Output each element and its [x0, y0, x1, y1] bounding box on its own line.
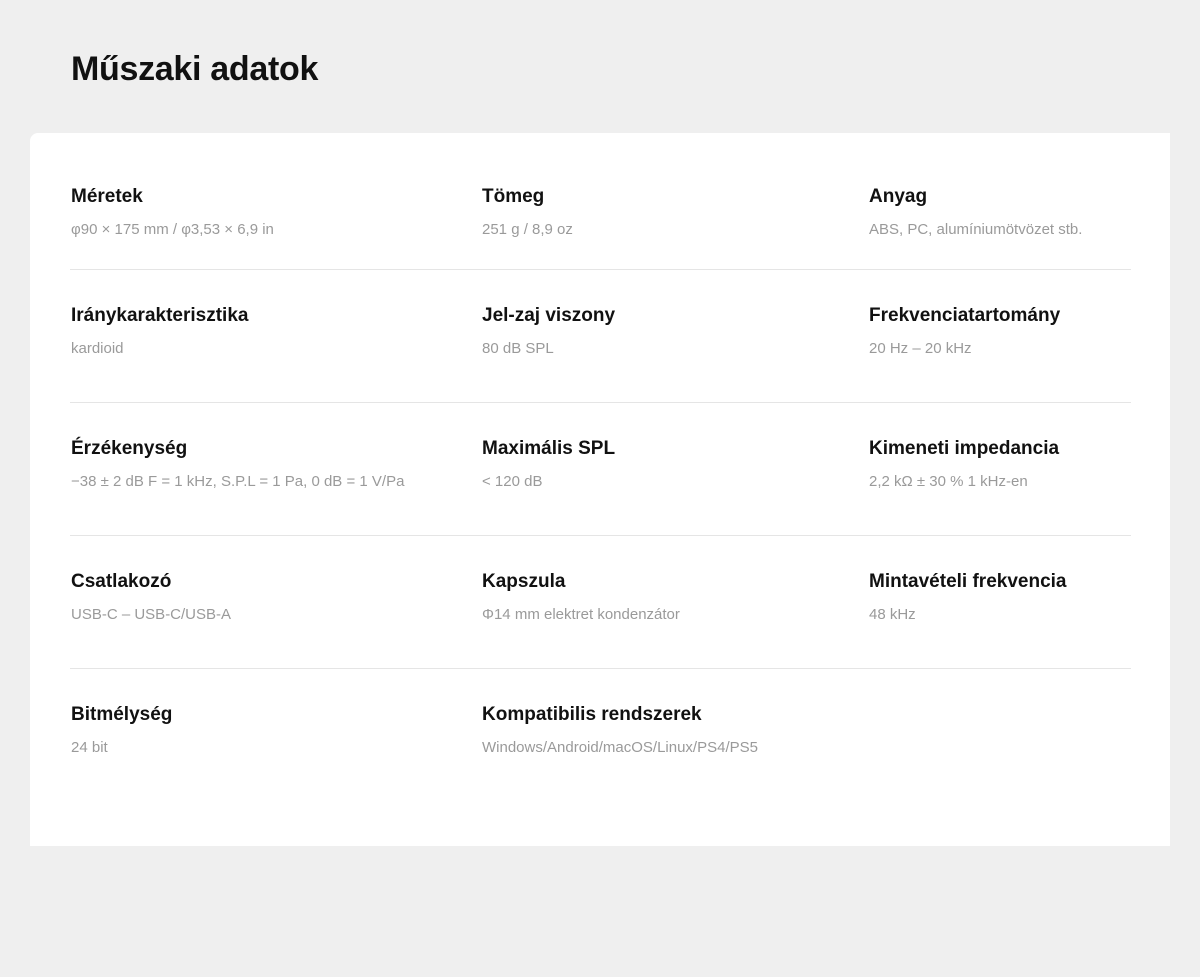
spec-material: Anyag ABS, PC, alumíniumötvözet stb. [868, 185, 1131, 269]
spec-label: Kimeneti impedancia [869, 438, 1060, 459]
spec-value: Φ14 mm elektret kondenzátor [482, 606, 680, 623]
spec-snr: Jel-zaj viszony 80 dB SPL [481, 304, 868, 402]
spec-row: Méretek φ90 × 175 mm / φ3,53 × 6,9 in Tö… [70, 133, 1131, 270]
page-title: Műszaki adatok [71, 50, 319, 88]
spec-value: 24 bit [71, 739, 108, 756]
spec-value: φ90 × 175 mm / φ3,53 × 6,9 in [71, 221, 274, 238]
spec-value: 20 Hz – 20 kHz [869, 340, 972, 357]
spec-compatibility: Kompatibilis rendszerek Windows/Android/… [481, 703, 868, 802]
spec-row: Érzékenység −38 ± 2 dB F = 1 kHz, S.P.L … [70, 403, 1131, 536]
spec-max-spl: Maximális SPL < 120 dB [481, 437, 868, 535]
spec-value: 80 dB SPL [482, 340, 554, 357]
spec-label: Tömeg [482, 186, 545, 207]
spec-bit-depth: Bitmélység 24 bit [70, 703, 481, 802]
spec-label: Maximális SPL [482, 438, 616, 459]
spec-label: Bitmélység [71, 704, 173, 725]
spec-output-impedance: Kimeneti impedancia 2,2 kΩ ± 30 % 1 kHz-… [868, 437, 1131, 535]
spec-value: < 120 dB [482, 473, 543, 490]
spec-row: Csatlakozó USB-C – USB-C/USB-A Kapszula … [70, 536, 1131, 669]
spec-label: Jel-zaj viszony [482, 305, 616, 326]
spec-label: Kompatibilis rendszerek [482, 704, 702, 725]
spec-label: Méretek [71, 186, 143, 207]
spec-label: Csatlakozó [71, 571, 172, 592]
spec-connector: Csatlakozó USB-C – USB-C/USB-A [70, 570, 481, 668]
specs-card: Méretek φ90 × 175 mm / φ3,53 × 6,9 in Tö… [30, 133, 1170, 846]
spec-sample-rate: Mintavételi frekvencia 48 kHz [868, 570, 1131, 668]
spec-value: −38 ± 2 dB F = 1 kHz, S.P.L = 1 Pa, 0 dB… [71, 473, 405, 490]
spec-weight: Tömeg 251 g / 8,9 oz [481, 185, 868, 269]
spec-value: kardioid [71, 340, 124, 357]
spec-empty-cell [868, 703, 1131, 802]
spec-label: Érzékenység [71, 438, 188, 459]
spec-sensitivity: Érzékenység −38 ± 2 dB F = 1 kHz, S.P.L … [70, 437, 481, 535]
spec-label: Anyag [869, 186, 928, 207]
spec-value: 48 kHz [869, 606, 916, 623]
spec-value: Windows/Android/macOS/Linux/PS4/PS5 [482, 739, 758, 756]
specs-grid: Méretek φ90 × 175 mm / φ3,53 × 6,9 in Tö… [70, 133, 1131, 802]
spec-label: Frekvenciatartomány [869, 305, 1061, 326]
spec-value: 2,2 kΩ ± 30 % 1 kHz-en [869, 473, 1028, 490]
spec-label: Iránykarakterisztika [71, 305, 249, 326]
spec-value: ABS, PC, alumíniumötvözet stb. [869, 221, 1083, 238]
spec-row: Bitmélység 24 bit Kompatibilis rendszere… [70, 669, 1131, 802]
spec-value: USB-C – USB-C/USB-A [71, 606, 232, 623]
spec-label: Kapszula [482, 571, 566, 592]
spec-row: Iránykarakterisztika kardioid Jel-zaj vi… [70, 270, 1131, 403]
spec-frequency-range: Frekvenciatartomány 20 Hz – 20 kHz [868, 304, 1131, 402]
spec-capsule: Kapszula Φ14 mm elektret kondenzátor [481, 570, 868, 668]
spec-polar-pattern: Iránykarakterisztika kardioid [70, 304, 481, 402]
spec-label: Mintavételi frekvencia [869, 571, 1067, 592]
spec-value: 251 g / 8,9 oz [482, 221, 573, 238]
spec-dimensions: Méretek φ90 × 175 mm / φ3,53 × 6,9 in [70, 185, 481, 269]
